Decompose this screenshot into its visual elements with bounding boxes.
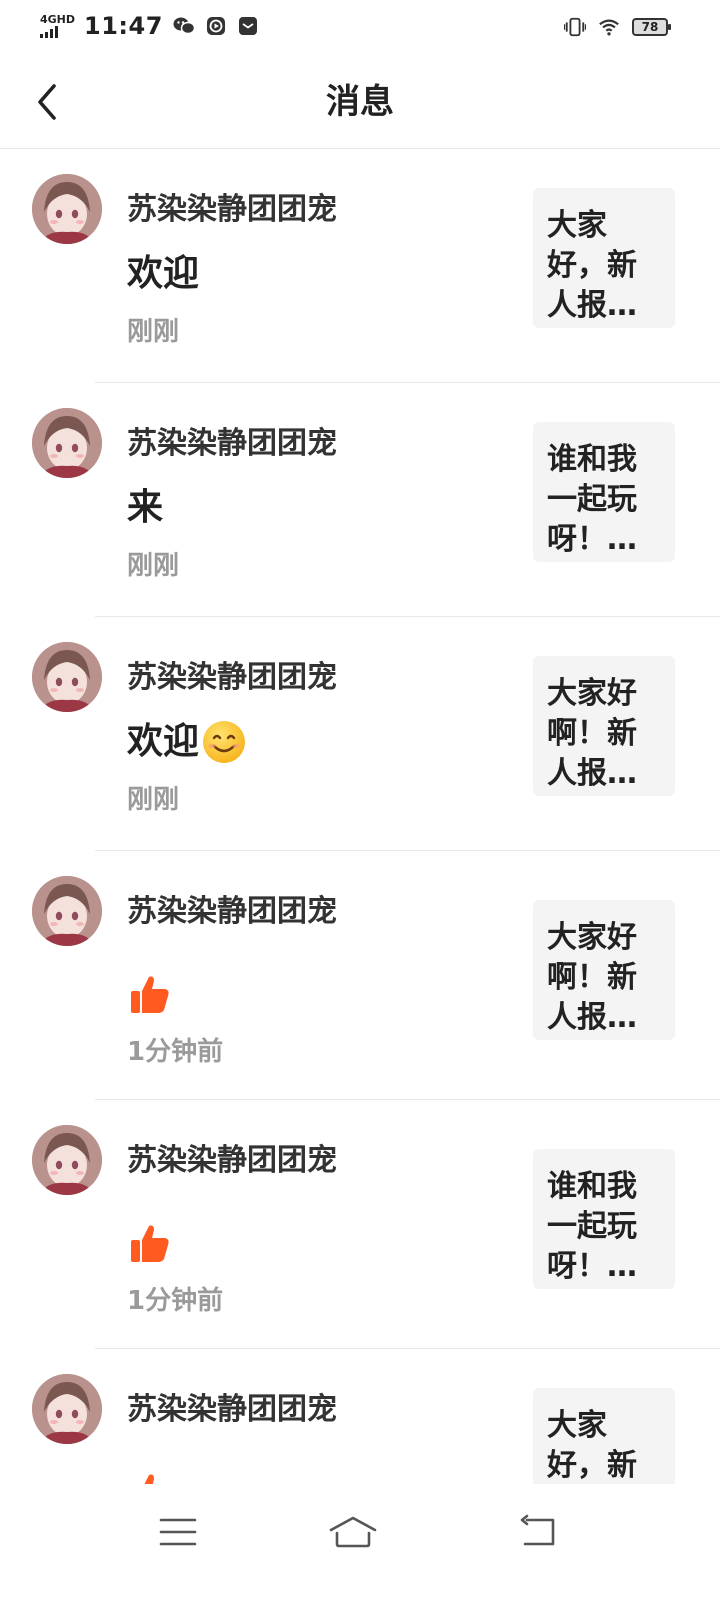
- preview-line: 大家好: [547, 920, 637, 955]
- list-item[interactable]: 苏染染静团团宠 大家 好，新: [0, 1349, 720, 1484]
- signal-icon: 4GHD: [40, 13, 76, 38]
- preview-line: 大家: [547, 208, 607, 243]
- preview-line: 一起玩: [547, 1209, 637, 1244]
- post-preview[interactable]: 谁和我 一起玩 呀！…: [533, 1149, 675, 1289]
- message-text-content: 欢迎: [127, 253, 200, 294]
- preview-line: 谁和我: [547, 442, 637, 477]
- list-item[interactable]: 苏染染静团团宠 来 刚刚 谁和我 一起玩 呀！…: [0, 383, 720, 617]
- back-nav-button[interactable]: [515, 1510, 565, 1554]
- sender-name: 苏染染静团团宠: [127, 192, 337, 227]
- avatar[interactable]: [32, 1374, 102, 1444]
- thumbs-up-icon: [127, 973, 173, 1017]
- preview-line: 啊！新: [547, 716, 637, 751]
- avatar[interactable]: [32, 876, 102, 946]
- sender-name: 苏染染静团团宠: [127, 1143, 337, 1178]
- post-preview[interactable]: 大家 好，新 人报…: [533, 188, 675, 328]
- thumbs-up-icon: [127, 1471, 173, 1484]
- smile-emoji-icon: [203, 721, 246, 763]
- avatar[interactable]: [32, 1125, 102, 1195]
- message-list[interactable]: 苏染染静团团宠 欢迎 刚刚 大家 好，新 人报… 苏染染静团团宠 来 刚刚 谁和…: [0, 149, 720, 1484]
- wechat-icon: [173, 15, 195, 37]
- message-text: 欢迎: [127, 251, 199, 297]
- list-item[interactable]: 苏染染静团团宠 1分钟前 谁和我 一起玩 呀！…: [0, 1100, 720, 1349]
- preview-line: 谁和我: [547, 1169, 637, 1204]
- mail-app-icon: [237, 15, 259, 37]
- timestamp: 刚刚: [127, 785, 180, 815]
- list-item[interactable]: 苏染染静团团宠 欢迎 刚刚 大家好 啊！新 人报…: [0, 617, 720, 851]
- timestamp: 刚刚: [127, 551, 180, 581]
- page-title: 消息: [326, 82, 394, 122]
- home-button[interactable]: [328, 1510, 378, 1554]
- preview-line: 呀！…: [547, 522, 637, 557]
- preview-line: 大家好: [547, 676, 637, 711]
- post-preview[interactable]: 大家好 啊！新 人报…: [533, 900, 675, 1040]
- timestamp: 1分钟前: [127, 1286, 224, 1316]
- timestamp: 1分钟前: [127, 1037, 224, 1067]
- sender-name: 苏染染静团团宠: [127, 1392, 337, 1427]
- menu-button[interactable]: [155, 1510, 205, 1554]
- message-text: 来: [127, 485, 163, 531]
- list-item[interactable]: 苏染染静团团宠 欢迎 刚刚 大家 好，新 人报…: [0, 149, 720, 383]
- preview-line: 好，新: [547, 1448, 637, 1483]
- preview-line: 人报…: [547, 288, 637, 323]
- preview-line: 啊！新: [547, 960, 637, 995]
- status-bar: 4GHD 11:47 78: [0, 0, 720, 56]
- timestamp: 刚刚: [127, 317, 180, 347]
- post-preview[interactable]: 大家好 啊！新 人报…: [533, 656, 675, 796]
- battery-level: 78: [641, 20, 659, 34]
- avatar[interactable]: [32, 642, 102, 712]
- message-text-content: 来: [127, 487, 164, 528]
- post-preview[interactable]: 大家 好，新: [533, 1388, 675, 1484]
- preview-line: 人报…: [547, 1000, 637, 1035]
- wifi-icon: [598, 16, 620, 38]
- avatar[interactable]: [32, 408, 102, 478]
- preview-line: 大家: [547, 1408, 607, 1443]
- home-icon: [329, 1516, 377, 1548]
- top-app-bar: 消息: [0, 56, 720, 149]
- preview-line: 人报…: [547, 756, 637, 791]
- preview-line: 一起玩: [547, 482, 637, 517]
- list-item[interactable]: 苏染染静团团宠 1分钟前 大家好 啊！新 人报…: [0, 851, 720, 1100]
- message-text-content: 欢迎: [127, 721, 200, 762]
- vibrate-icon: [564, 16, 586, 38]
- menu-icon: [159, 1518, 197, 1546]
- network-type: 4GHD: [40, 13, 76, 26]
- battery-icon: 78: [632, 18, 671, 36]
- avatar[interactable]: [32, 174, 102, 244]
- back-arrow-icon: [520, 1514, 555, 1546]
- sender-name: 苏染染静团团宠: [127, 426, 337, 461]
- message-text: 欢迎: [127, 719, 247, 765]
- status-time: 11:47: [84, 12, 163, 40]
- preview-line: 好，新: [547, 248, 637, 283]
- video-app-icon: [205, 15, 227, 37]
- system-nav-bar: [0, 1484, 720, 1600]
- sender-name: 苏染染静团团宠: [127, 894, 337, 929]
- preview-line: 呀！…: [547, 1249, 637, 1284]
- sender-name: 苏染染静团团宠: [127, 660, 337, 695]
- thumbs-up-icon: [127, 1222, 173, 1266]
- post-preview[interactable]: 谁和我 一起玩 呀！…: [533, 422, 675, 562]
